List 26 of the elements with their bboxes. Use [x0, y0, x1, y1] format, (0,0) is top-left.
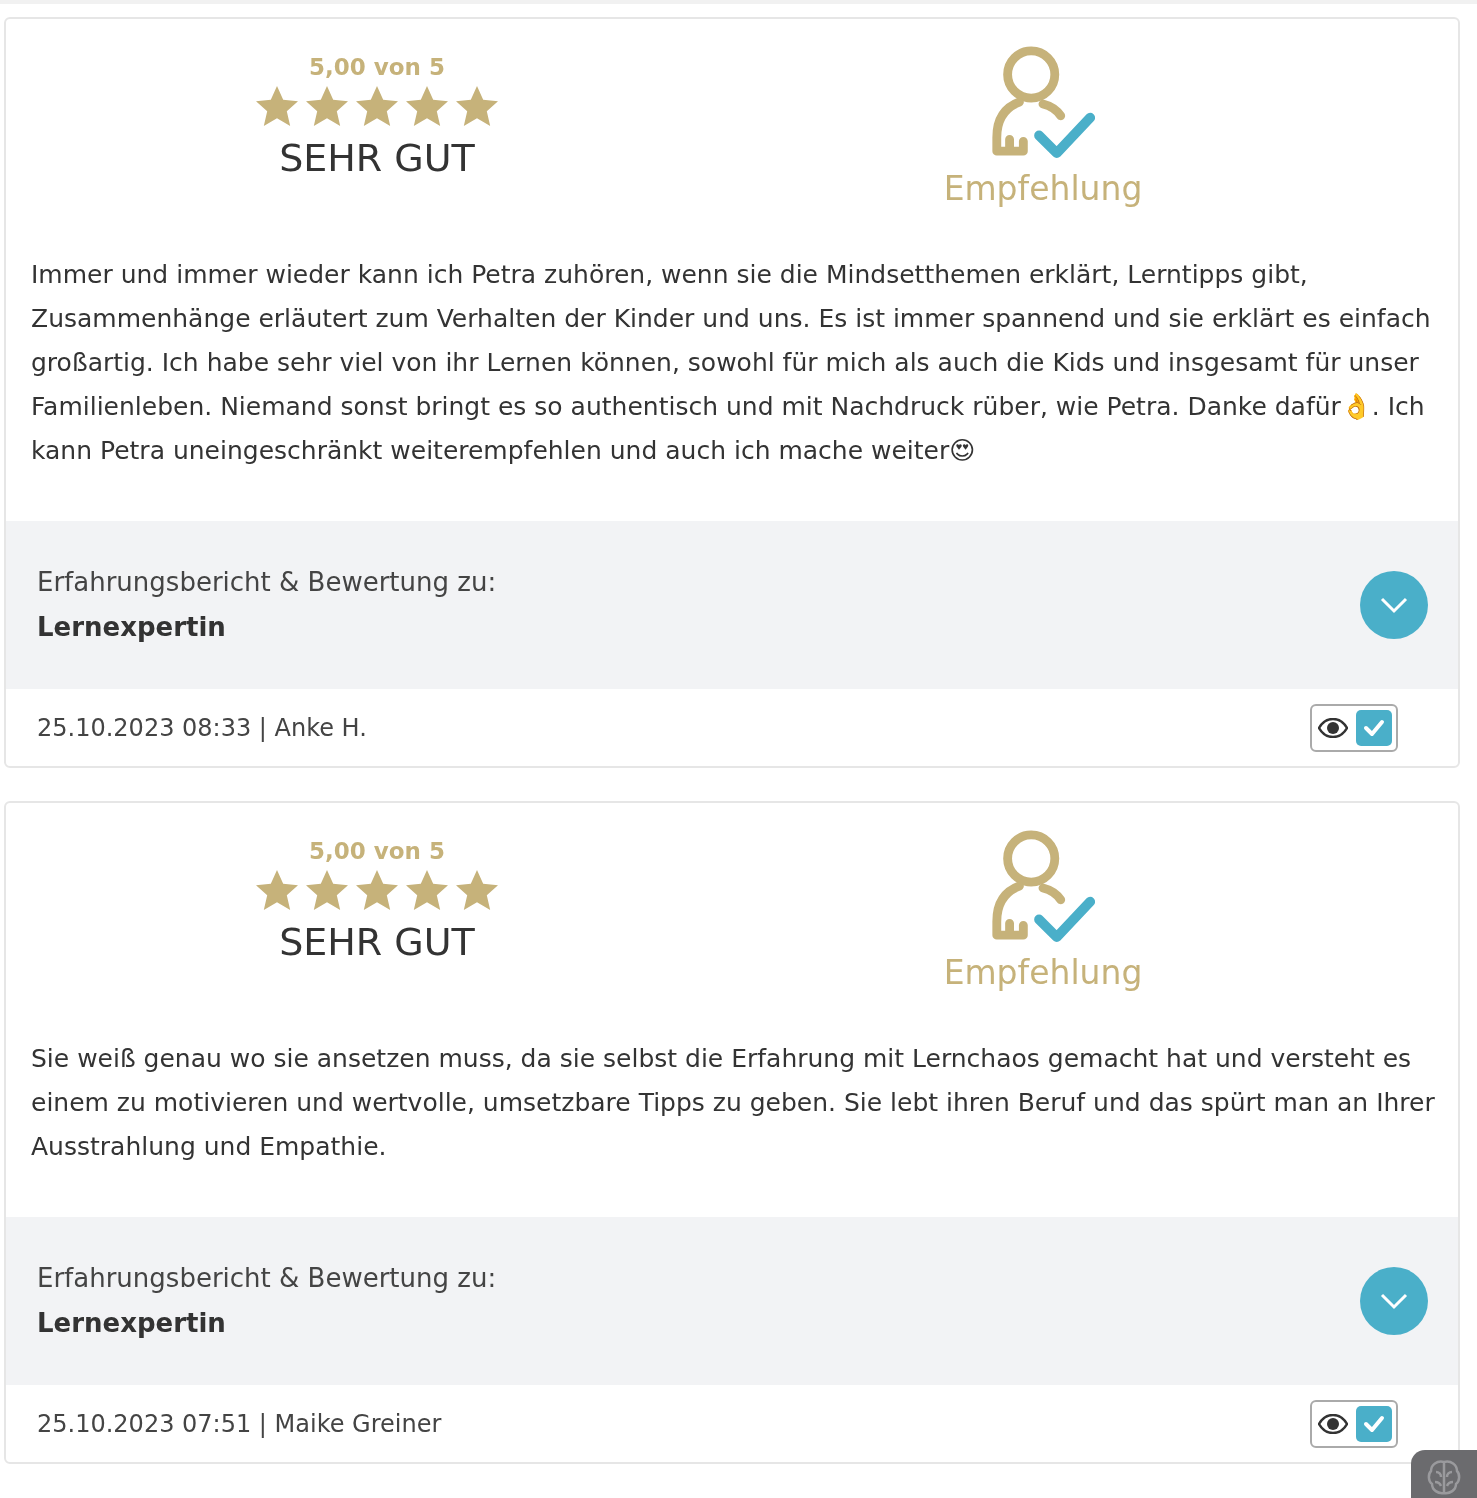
review-meta: 25.10.2023 07:51 | Maike Greiner [37, 1409, 442, 1438]
rating-score: 5,00 von 5 [309, 837, 445, 865]
rating-verdict: SEHR GUT [279, 135, 475, 181]
subject-name: Lernexpertin [37, 1307, 227, 1340]
recommendation-label: Empfehlung [943, 953, 1143, 993]
rating-score: 5,00 von 5 [309, 53, 445, 81]
checkbox[interactable] [1356, 1405, 1392, 1442]
review-meta: 25.10.2023 08:33 | Anke H. [37, 713, 367, 742]
rating-verdict: SEHR GUT [279, 919, 475, 965]
person-check-icon [991, 45, 1095, 161]
subject-label: Erfahrungsbericht & Bewertung zu: [37, 566, 497, 599]
recommendation-label: Empfehlung [943, 169, 1143, 209]
subject-label: Erfahrungsbericht & Bewertung zu: [37, 1262, 497, 1295]
review-text: Immer und immer wieder kann ich Petra zuhören, wenn sie die Mindsetthemen erklärt, Lerntipps gibt, Zusammenhänge erläutert zum Verhalten der Kinder und uns. Es ist immer spannend und sie erklärt es einfach großartig. Ich habe sehr viel von ihr Lernen können, sowohl für mich als auch die Kids und insgesamt für unser Familienleben. Niemand sonst bringt es so authentisch und mit Nachdruck rüber, wie Petra. Danke dafür👌. Ich kann Petra uneingeschränkt weiterempfehlen und auch ich mache weiter😍 [30, 259, 1432, 467]
visibility-toggle[interactable] [1310, 1399, 1398, 1448]
eye-icon [1318, 1413, 1348, 1434]
visibility-toggle[interactable] [1310, 703, 1398, 752]
chevron-down-icon [1379, 596, 1409, 614]
checkbox[interactable] [1356, 709, 1392, 746]
eye-icon [1318, 717, 1348, 738]
chevron-down-icon [1379, 1292, 1409, 1310]
checkmark-icon [1363, 1414, 1385, 1433]
checkmark-icon [1363, 718, 1385, 737]
review-text: Sie weiß genau wo sie ansetzen muss, da sie selbst die Erfahrung mit Lernchaos gemacht hat und versteht es einem zu motivieren und wertvolle, umsetzbare Tipps zu geben. Sie lebt ihren Beruf und das spürt man an Ihrer Ausstrahlung und Empathie. [30, 1043, 1436, 1163]
subject-name: Lernexpertin [37, 611, 227, 644]
person-check-icon [991, 829, 1095, 945]
